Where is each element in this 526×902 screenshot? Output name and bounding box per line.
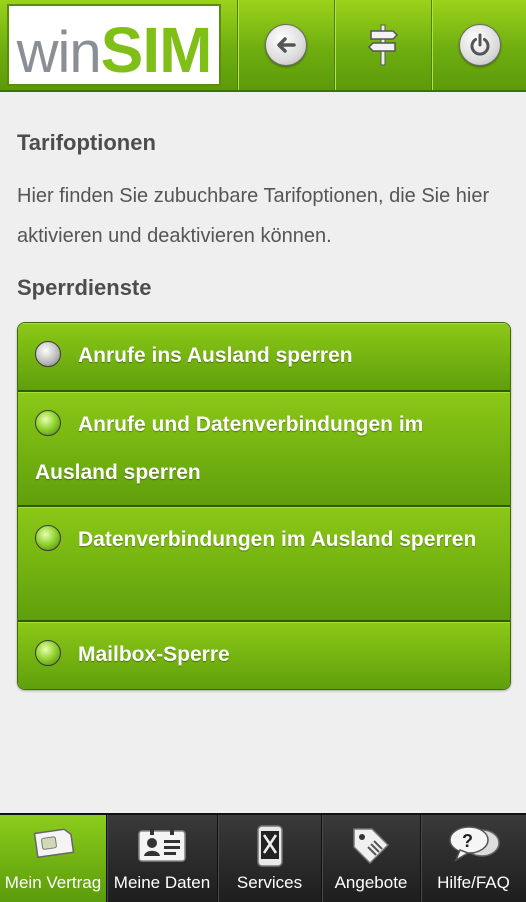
- tab-angebote[interactable]: Angebote: [322, 815, 421, 902]
- bottom-nav: Mein Vertrag Meine Daten Services Angebo…: [0, 813, 526, 902]
- section-title: Sperrdienste: [17, 275, 152, 300]
- back-button[interactable]: [237, 0, 334, 90]
- tab-label: Hilfe/FAQ: [437, 873, 510, 892]
- tab-services[interactable]: Services: [218, 815, 322, 902]
- page-title: Tarifoptionen: [17, 130, 156, 155]
- svg-text:?: ?: [462, 831, 473, 851]
- option-label: Datenverbindungen im Ausland sperren: [78, 528, 477, 551]
- status-indicator-icon: [35, 640, 61, 666]
- id-card-icon: [138, 827, 186, 862]
- intro-text: Hier finden Sie zubuchbare Tarifoptionen…: [17, 185, 490, 247]
- status-indicator-icon: [35, 525, 61, 551]
- option-label: Anrufe und Datenverbindungen im Ausland …: [35, 413, 424, 484]
- option-label: Mailbox-Sperre: [78, 643, 230, 666]
- sim-card-icon: [33, 828, 75, 859]
- tab-hilfe-faq[interactable]: ? Hilfe/FAQ: [421, 815, 526, 902]
- option-label: Anrufe ins Ausland sperren: [78, 344, 353, 367]
- tab-label: Angebote: [334, 873, 408, 892]
- navigation-button[interactable]: [334, 0, 431, 90]
- signpost-icon: [367, 24, 399, 66]
- winsim-logo: win SIM: [7, 4, 221, 86]
- option-anrufe-ausland[interactable]: Anrufe ins Ausland sperren: [18, 323, 510, 392]
- price-tag-icon: [353, 828, 390, 865]
- status-indicator-icon: [35, 341, 61, 367]
- tab-meine-daten[interactable]: Meine Daten: [107, 815, 218, 902]
- back-arrow-icon: [265, 24, 307, 66]
- app-header: win SIM: [0, 0, 526, 92]
- power-icon: [459, 24, 501, 66]
- tab-label: Services: [236, 873, 303, 892]
- sperrdienste-list: Anrufe ins Ausland sperren Anrufe und Da…: [17, 322, 511, 690]
- option-anrufe-daten-ausland[interactable]: Anrufe und Datenverbindungen im Ausland …: [18, 392, 510, 507]
- phone-tools-icon: [256, 825, 283, 867]
- help-bubble-icon: ?: [448, 826, 500, 862]
- logout-button[interactable]: [431, 0, 526, 90]
- tab-label: Meine Daten: [113, 873, 211, 892]
- option-daten-ausland[interactable]: Datenverbindungen im Ausland sperren: [18, 507, 510, 622]
- status-indicator-icon: [35, 410, 61, 436]
- option-mailbox-sperre[interactable]: Mailbox-Sperre: [18, 622, 510, 689]
- tab-mein-vertrag[interactable]: Mein Vertrag: [0, 815, 107, 902]
- tab-label: Mein Vertrag: [4, 873, 102, 892]
